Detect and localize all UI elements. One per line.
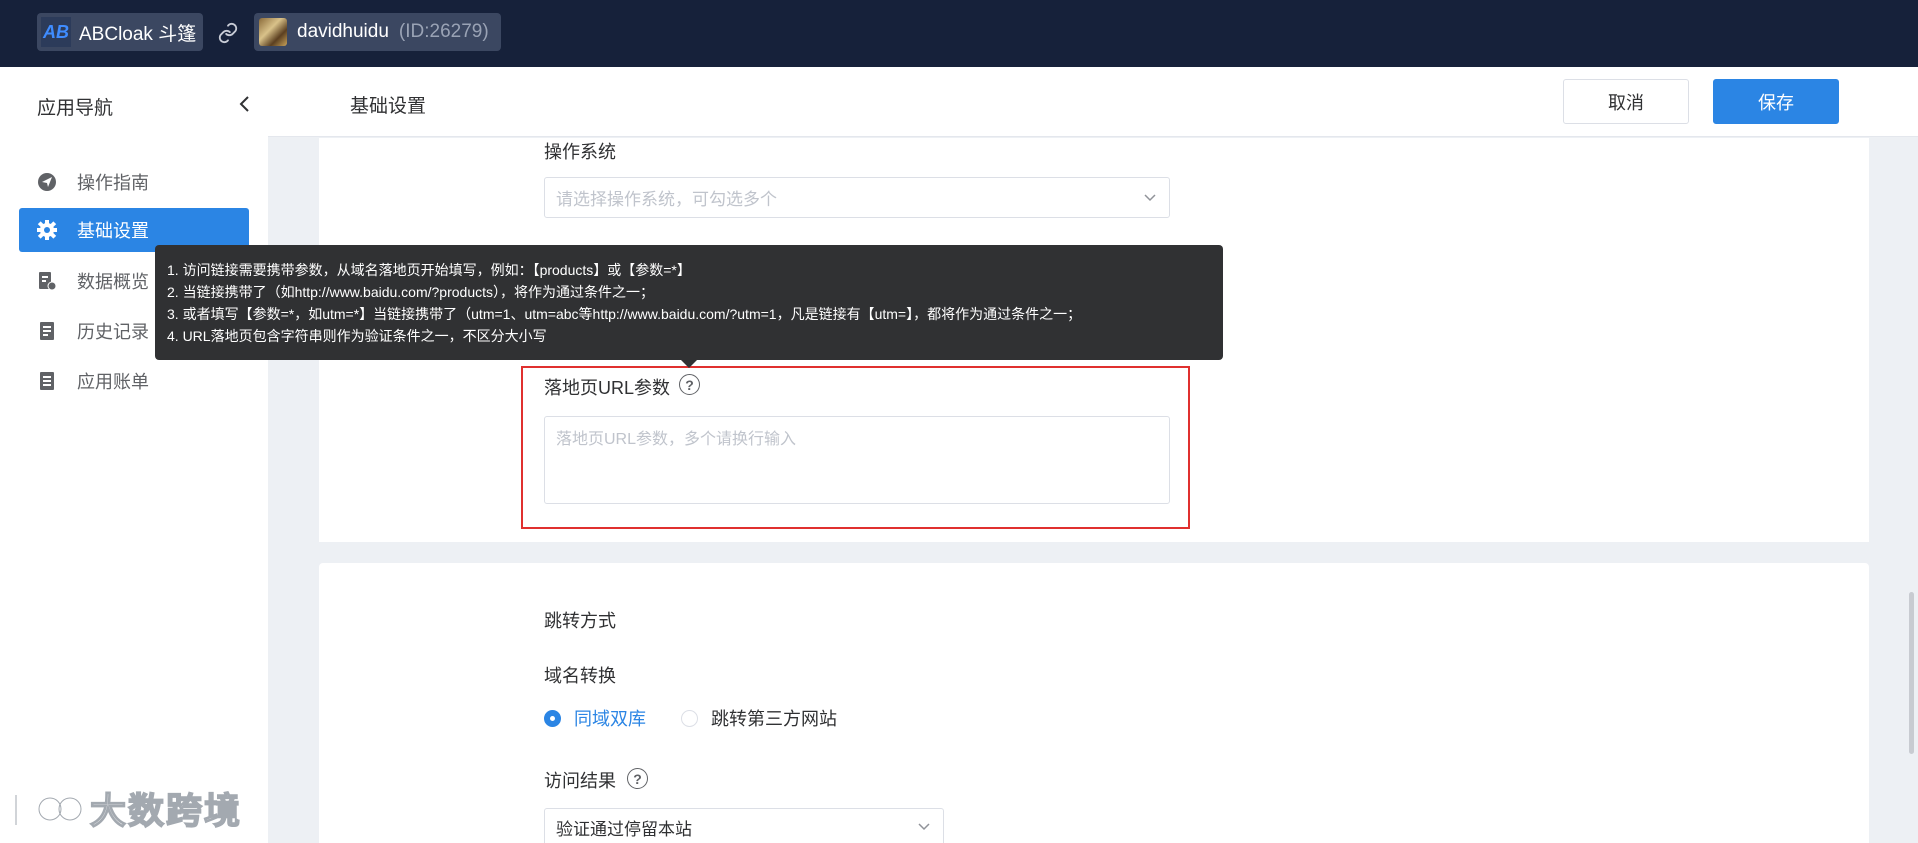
radio-same-domain[interactable]: 同域双库 <box>544 705 646 731</box>
help-tooltip: 1. 访问链接需要携带参数，从域名落地页开始填写，例如：【products】或【… <box>155 245 1223 360</box>
data-report-icon <box>36 270 58 292</box>
os-label: 操作系统 <box>544 142 616 162</box>
chevron-down-icon <box>1144 193 1156 201</box>
help-question-icon[interactable]: ? <box>627 768 648 789</box>
sidebar-item-label: 基础设置 <box>77 221 149 241</box>
radio-third-party[interactable]: 跳转第三方网站 <box>681 705 837 731</box>
save-button[interactable]: 保存 <box>1713 79 1839 124</box>
tooltip-line: 3. 或者填写【参数=*，如utm=*】当链接携带了（utm=1、utm=abc… <box>167 306 1082 322</box>
collapse-chevron-icon[interactable] <box>236 93 254 115</box>
top-bar: AB ABCloak 斗篷 davidhuidu (ID:26279) <box>0 0 1918 67</box>
sidebar-item-billing[interactable]: 应用账单 <box>19 359 249 403</box>
url-param-textarea[interactable]: 落地页URL参数，多个请换行输入 <box>544 416 1170 504</box>
sidebar-item-label: 历史记录 <box>77 322 149 342</box>
visit-result-select[interactable]: 验证通过停留本站 <box>544 808 944 843</box>
visit-result-label: 访问结果 <box>544 771 616 791</box>
link-icon <box>218 22 238 44</box>
scrollbar-thumb[interactable] <box>1909 592 1914 754</box>
sidebar-item-label: 操作指南 <box>77 173 149 193</box>
watermark-text: 大数跨境 <box>89 789 243 832</box>
send-icon <box>36 171 58 193</box>
avatar <box>259 18 287 46</box>
document-icon <box>36 320 58 342</box>
sidebar-item-guide[interactable]: 操作指南 <box>19 160 249 204</box>
tooltip-line: 2. 当链接携带了（如http://www.baidu.com/?product… <box>167 284 654 300</box>
os-select-placeholder: 请选择操作系统，可勾选多个 <box>556 190 777 209</box>
user-id: (ID:26279) <box>398 21 489 42</box>
redirect-card <box>319 563 1869 843</box>
page-header: 基础设置 取消 保存 <box>268 67 1918 137</box>
user-name: davidhuidu <box>297 21 389 42</box>
bill-icon <box>36 370 58 392</box>
radio-dot <box>681 709 698 727</box>
gear-icon <box>36 219 58 241</box>
tooltip-arrow <box>681 360 697 368</box>
url-param-placeholder: 落地页URL参数，多个请换行输入 <box>556 431 797 448</box>
os-select[interactable]: 请选择操作系统，可勾选多个 <box>544 177 1170 218</box>
sidebar-item-label: 应用账单 <box>77 372 149 392</box>
sidebar: 应用导航 操作指南 基础设置 数据概览 历史记录 应用账单 <box>0 67 268 843</box>
user-account-chip[interactable]: davidhuidu (ID:26279) <box>254 13 501 51</box>
page-title: 基础设置 <box>350 96 427 117</box>
cancel-button[interactable]: 取消 <box>1563 79 1689 124</box>
tooltip-line: 4. URL落地页包含字符串则作为验证条件之一，不区分大小写 <box>167 328 547 344</box>
radio-dot <box>544 709 561 727</box>
sidebar-title: 应用导航 <box>37 98 114 119</box>
app-logo: AB <box>41 17 71 47</box>
domain-convert-label: 域名转换 <box>544 666 616 686</box>
watermark: 大数跨境 <box>10 782 242 834</box>
watermark-logo-icon <box>10 795 82 825</box>
radio-label: 同域双库 <box>574 709 646 729</box>
help-question-icon[interactable]: ? <box>679 374 700 395</box>
chevron-down-icon <box>918 823 930 831</box>
redirect-section-title: 跳转方式 <box>544 611 616 631</box>
app-switcher[interactable]: AB ABCloak 斗篷 <box>37 13 203 51</box>
app-name: ABCloak 斗篷 <box>79 23 197 45</box>
radio-label: 跳转第三方网站 <box>711 709 837 729</box>
tooltip-line: 1. 访问链接需要携带参数，从域名落地页开始填写，例如：【products】或【… <box>167 262 691 278</box>
sidebar-item-label: 数据概览 <box>77 272 149 292</box>
visit-result-value: 验证通过停留本站 <box>556 819 692 839</box>
url-param-label: 落地页URL参数 <box>544 378 671 398</box>
